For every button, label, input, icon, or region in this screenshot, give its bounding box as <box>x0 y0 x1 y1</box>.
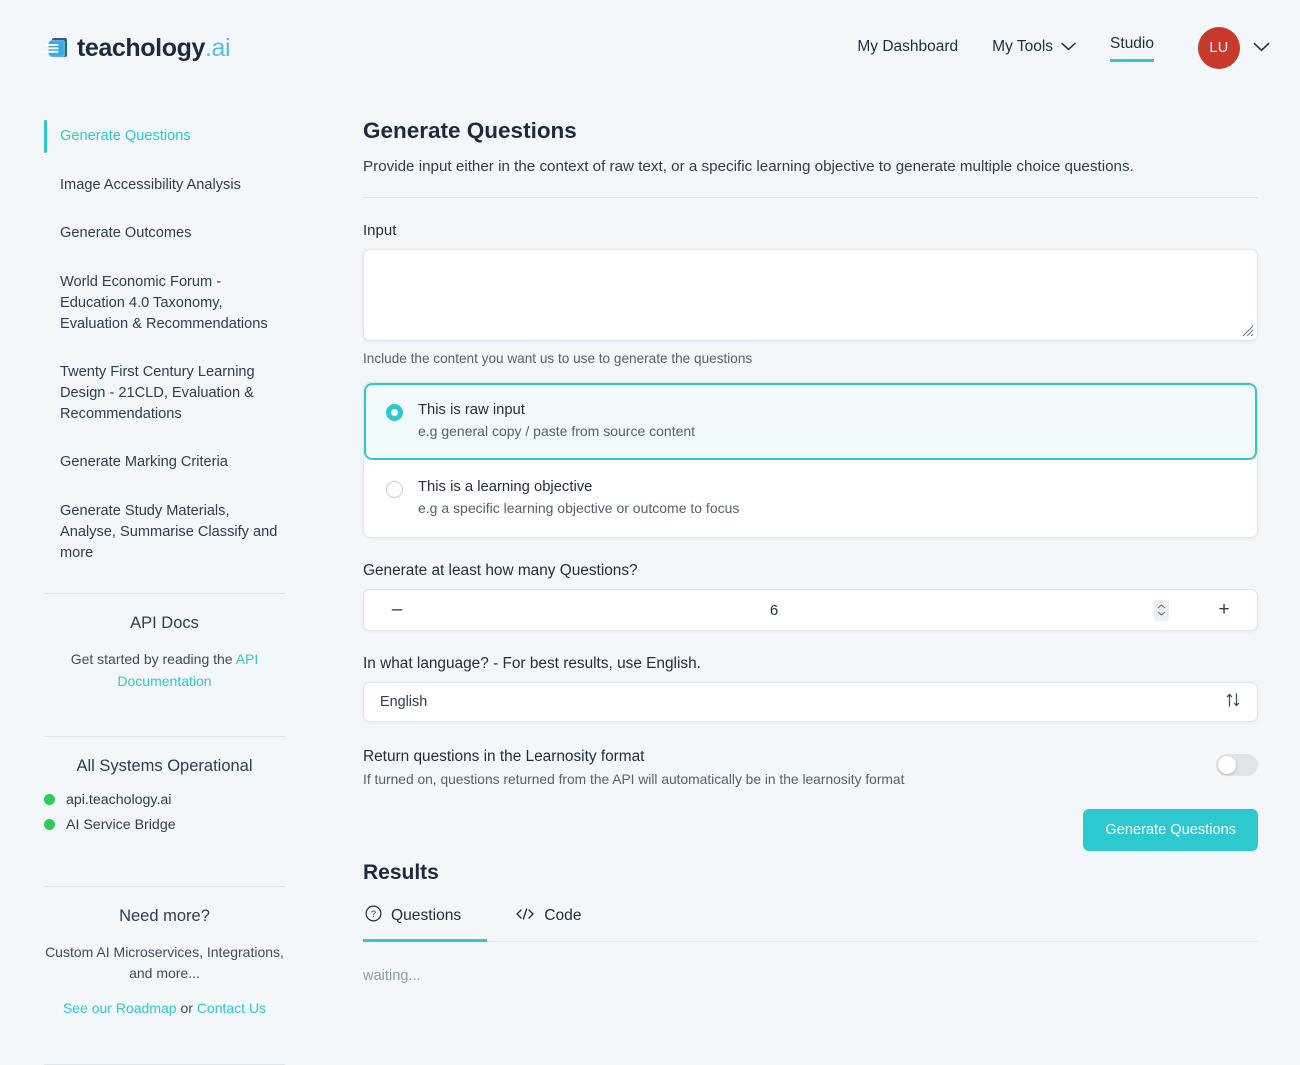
nav-my-tools[interactable]: My Tools <box>992 38 1076 59</box>
nav-studio[interactable]: Studio <box>1110 35 1154 62</box>
stacked-pages-icon <box>44 35 70 61</box>
results-title: Results <box>363 861 439 884</box>
question-count-stepper: – 6 + <box>363 589 1258 631</box>
tab-code[interactable]: Code <box>513 901 583 942</box>
language-label: In what language? - For best results, us… <box>363 655 701 672</box>
contact-us-link[interactable]: Contact Us <box>197 1000 266 1016</box>
link-separator: or <box>176 1000 197 1017</box>
service-status-list: api.teachology.ai AI Service Bridge <box>44 792 285 833</box>
system-status-title: All Systems Operational <box>76 756 253 775</box>
select-arrows-icon <box>1225 692 1241 712</box>
question-circle-icon: ? <box>365 905 382 927</box>
sidebar-item-image-accessibility-analysis[interactable]: Image Accessibility Analysis <box>44 167 285 204</box>
generate-button-row: Generate Questions <box>363 809 1258 851</box>
radio-option-learning-objective[interactable]: This is a learning objective e.g a speci… <box>364 460 1257 537</box>
tab-questions-label: Questions <box>391 907 462 924</box>
sidebar-item-world-economic-forum[interactable]: World Economic Forum - Education 4.0 Tax… <box>44 264 285 342</box>
service-status-row: api.teachology.ai <box>44 792 285 808</box>
sidebar-item-label: Generate Outcomes <box>60 225 192 242</box>
api-docs-title: API Docs <box>130 614 199 633</box>
system-status-panel: All Systems Operational api.teachology.a… <box>44 737 285 864</box>
input-type-radio-group: This is raw input e.g general copy / pas… <box>363 382 1258 538</box>
learnosity-description: If turned on, questions returned from th… <box>363 772 905 787</box>
results-tabs: ? Questions Code <box>363 901 1258 942</box>
section-divider <box>363 197 1258 198</box>
need-more-panel: Need more? Custom AI Microservices, Inte… <box>44 887 285 1042</box>
radio-option-title: This is a learning objective <box>418 479 593 495</box>
question-count-value[interactable]: 6 <box>394 602 1154 619</box>
generate-questions-button[interactable]: Generate Questions <box>1083 809 1258 851</box>
top-header: teachology.ai My Dashboard My Tools Stud… <box>0 0 1300 96</box>
service-status-row: AI Service Bridge <box>44 817 285 833</box>
avatar[interactable]: LU <box>1198 27 1240 69</box>
main-navigation: My Dashboard My Tools Studio LU <box>857 27 1270 69</box>
api-docs-text: Get started by reading the API Documenta… <box>44 649 285 692</box>
input-label: Input <box>363 222 397 239</box>
radio-option-desc: e.g general copy / paste from source con… <box>418 423 696 439</box>
language-select[interactable]: English <box>363 682 1258 722</box>
service-name: AI Service Bridge <box>66 816 176 833</box>
language-value: English <box>380 694 428 710</box>
need-more-title: Need more? <box>119 906 210 925</box>
page-subtitle: Provide input either in the context of r… <box>363 158 1134 175</box>
nav-my-dashboard[interactable]: My Dashboard <box>857 38 958 59</box>
page-body: Generate Questions Image Accessibility A… <box>0 96 1300 1065</box>
radio-selected-icon[interactable] <box>386 404 403 421</box>
sidebar-item-generate-questions[interactable]: Generate Questions <box>44 118 285 155</box>
radio-option-title: This is raw input <box>418 402 525 418</box>
sidebar-item-generate-outcomes[interactable]: Generate Outcomes <box>44 215 285 252</box>
main-content: Generate Questions Provide input either … <box>325 96 1300 984</box>
results-status-text: waiting... <box>363 968 421 984</box>
sidebar-item-label: Twenty First Century Learning Design - 2… <box>60 364 255 422</box>
nav-my-dashboard-label: My Dashboard <box>857 37 959 55</box>
service-name: api.teachology.ai <box>66 791 172 808</box>
sidebar-item-label: Generate Questions <box>60 128 191 144</box>
resize-handle-icon[interactable] <box>1240 323 1254 337</box>
brand-logo[interactable]: teachology.ai <box>44 33 231 63</box>
input-helper-text: Include the content you want us to use t… <box>363 351 753 366</box>
avatar-initials: LU <box>1209 40 1229 56</box>
status-dot-icon <box>44 794 55 806</box>
number-spinner-icon[interactable] <box>1154 599 1169 621</box>
status-dot-icon <box>44 819 55 831</box>
sidebar: Generate Questions Image Accessibility A… <box>0 96 325 1065</box>
learnosity-format-row: Return questions in the Learnosity forma… <box>363 748 1258 787</box>
brand-name: teachology.ai <box>77 33 231 62</box>
api-docs-panel: API Docs Get started by reading the API … <box>44 594 285 714</box>
sidebar-tool-list: Generate Questions Image Accessibility A… <box>44 118 285 571</box>
tab-code-label: Code <box>544 907 582 924</box>
api-docs-text-before: Get started by reading the <box>70 651 236 668</box>
chevron-down-icon <box>1061 38 1076 56</box>
sidebar-item-generate-study-materials[interactable]: Generate Study Materials, Analyse, Summa… <box>44 493 285 571</box>
chevron-down-icon[interactable] <box>1253 39 1270 57</box>
svg-text:?: ? <box>371 909 376 919</box>
learnosity-toggle[interactable] <box>1216 754 1258 776</box>
roadmap-link[interactable]: See our Roadmap <box>63 1000 177 1016</box>
tab-questions[interactable]: ? Questions <box>363 901 488 942</box>
page-title: Generate Questions <box>363 118 577 143</box>
sidebar-item-label: Generate Study Materials, Analyse, Summa… <box>60 503 278 561</box>
code-brackets-icon <box>515 907 535 926</box>
sidebar-item-generate-marking-criteria[interactable]: Generate Marking Criteria <box>44 444 285 481</box>
learnosity-title: Return questions in the Learnosity forma… <box>363 748 645 765</box>
need-more-links: See our Roadmap or Contact Us <box>44 998 285 1019</box>
need-more-text: Custom AI Microservices, Integrations, a… <box>45 943 284 982</box>
sidebar-item-label: Generate Marking Criteria <box>60 454 228 471</box>
sidebar-item-twenty-first-century-learning-design[interactable]: Twenty First Century Learning Design - 2… <box>44 354 285 432</box>
brand-suffix: .ai <box>204 33 231 62</box>
toggle-knob <box>1218 756 1236 774</box>
radio-option-raw-input[interactable]: This is raw input e.g general copy / pas… <box>364 383 1257 460</box>
question-count-label: Generate at least how many Questions? <box>363 562 638 579</box>
increment-button[interactable]: + <box>1213 599 1235 621</box>
input-textarea[interactable] <box>363 249 1258 341</box>
nav-my-tools-label: My Tools <box>992 37 1054 55</box>
sidebar-item-label: Image Accessibility Analysis <box>60 176 241 193</box>
radio-option-desc: e.g a specific learning objective or out… <box>418 500 740 516</box>
nav-studio-label: Studio <box>1110 34 1154 52</box>
sidebar-item-label: World Economic Forum - Education 4.0 Tax… <box>60 274 268 332</box>
radio-unselected-icon[interactable] <box>386 481 403 498</box>
user-menu[interactable]: LU <box>1198 27 1270 69</box>
